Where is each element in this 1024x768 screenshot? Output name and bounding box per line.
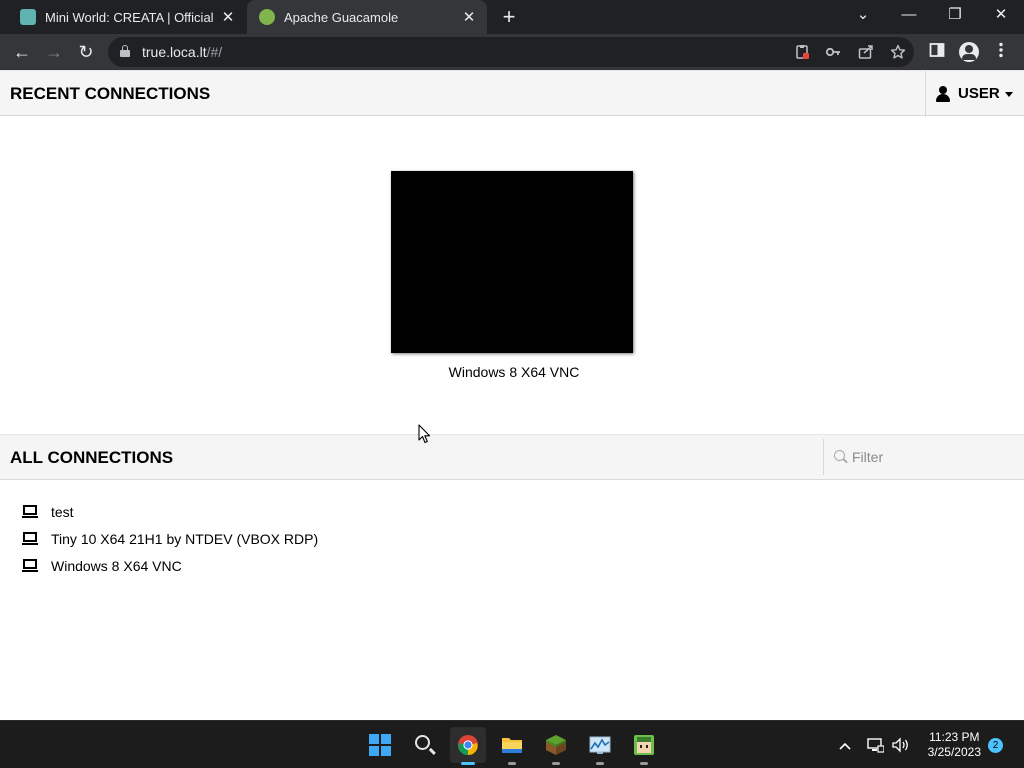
taskbar-resource-monitor[interactable] <box>582 727 618 765</box>
mouse-pointer-icon <box>418 424 432 449</box>
monitor-icon <box>22 558 38 573</box>
start-button[interactable] <box>362 727 398 763</box>
clock-date: 3/25/2023 <box>927 745 981 759</box>
address-url[interactable]: true.loca.lt/#/ <box>142 37 222 67</box>
running-indicator <box>596 762 604 765</box>
clock[interactable]: 11:23 PM 3/25/2023 <box>928 730 981 760</box>
filter-input[interactable] <box>852 445 1012 469</box>
page-title: RECENT CONNECTIONS <box>10 84 211 103</box>
close-tab-icon[interactable]: ✕ <box>457 8 481 26</box>
running-indicator <box>461 762 475 765</box>
recent-connection-name[interactable]: Windows 8 X64 VNC <box>391 364 637 380</box>
menu-kebab-icon[interactable] <box>991 42 1011 62</box>
connection-item[interactable]: Windows 8 X64 VNC <box>22 552 318 579</box>
user-menu[interactable]: USER <box>925 71 1024 117</box>
user-menu-label: USER <box>958 85 1000 102</box>
user-icon <box>936 86 950 102</box>
guacamole-icon <box>259 9 275 25</box>
windows-logo-icon <box>369 734 391 756</box>
search-icon <box>834 450 845 461</box>
tab-mini-world[interactable]: Mini World: CREATA | Official ✕ <box>8 0 246 34</box>
share-icon[interactable] <box>858 44 874 60</box>
close-tab-icon[interactable]: ✕ <box>216 8 240 26</box>
recent-connection-thumbnail[interactable] <box>391 171 633 353</box>
address-bar[interactable]: true.loca.lt/#/ <box>108 37 914 67</box>
recent-connections-header: RECENT CONNECTIONS USER <box>0 70 1024 117</box>
clipboard-blocked-icon[interactable] <box>794 44 810 60</box>
taskbar-mini-world[interactable] <box>626 727 662 765</box>
profile-avatar-icon[interactable] <box>959 42 979 62</box>
tab-search-chevron-icon[interactable]: ⌄ <box>840 0 886 34</box>
chrome-icon <box>458 735 478 756</box>
url-path: /#/ <box>206 44 223 60</box>
clock-time: 11:23 PM <box>929 730 980 744</box>
running-indicator <box>552 762 560 765</box>
monitor-icon <box>22 504 38 519</box>
connection-name[interactable]: Windows 8 X64 VNC <box>51 558 182 574</box>
filter-box[interactable] <box>823 439 1024 475</box>
all-connections-header: ALL CONNECTIONS <box>0 434 1024 480</box>
tab-apache-guacamole[interactable]: Apache Guacamole ✕ <box>247 0 487 34</box>
notification-badge[interactable]: 2 <box>988 738 1003 753</box>
window-close-button[interactable]: ✕ <box>978 0 1024 34</box>
bookmark-star-icon[interactable] <box>890 44 906 60</box>
performance-monitor-icon <box>589 736 611 754</box>
back-button[interactable]: ← <box>8 38 36 66</box>
taskbar-chrome[interactable] <box>450 727 486 765</box>
running-indicator <box>508 762 516 765</box>
section-title: ALL CONNECTIONS <box>10 448 174 467</box>
folder-icon <box>502 738 522 753</box>
reload-button[interactable]: ↻ <box>72 38 100 66</box>
browser-toolbar: ← → ↻ true.loca.lt/#/ <box>0 34 1024 70</box>
show-hidden-icons-chevron-icon[interactable] <box>836 737 854 753</box>
caret-down-icon <box>1005 92 1013 97</box>
connection-item[interactable]: Tiny 10 X64 21H1 by NTDEV (VBOX RDP) <box>22 525 318 552</box>
connection-item[interactable]: test <box>22 498 318 525</box>
key-icon[interactable] <box>825 44 841 60</box>
mini-world-icon <box>634 735 654 755</box>
restore-button[interactable]: ❐ <box>932 0 978 34</box>
forward-button[interactable]: → <box>40 38 68 66</box>
connection-name[interactable]: Tiny 10 X64 21H1 by NTDEV (VBOX RDP) <box>51 531 318 547</box>
running-indicator <box>640 762 648 765</box>
tab-title: Mini World: CREATA | Official <box>45 9 214 25</box>
new-tab-button[interactable]: + <box>497 4 521 30</box>
minimize-button[interactable]: — <box>886 0 932 34</box>
lock-icon[interactable] <box>120 45 130 57</box>
tab-title: Apache Guacamole <box>284 9 399 25</box>
network-icon[interactable] <box>866 737 885 753</box>
connection-name[interactable]: test <box>51 504 74 520</box>
grass-block-icon <box>546 735 566 755</box>
volume-icon[interactable] <box>892 737 910 753</box>
guacamole-home-page: RECENT CONNECTIONS USER Windows 8 X64 VN… <box>0 70 1024 720</box>
taskbar-minecraft[interactable] <box>538 727 574 765</box>
taskbar-file-explorer[interactable] <box>494 727 530 765</box>
windows-taskbar: 11:23 PM 3/25/2023 2 <box>0 720 1024 768</box>
monitor-icon <box>22 531 38 546</box>
connection-list: test Tiny 10 X64 21H1 by NTDEV (VBOX RDP… <box>22 498 318 579</box>
taskbar-search-button[interactable] <box>406 727 442 763</box>
browser-tab-strip: Mini World: CREATA | Official ✕ Apache G… <box>0 0 1024 34</box>
miniworld-icon <box>20 9 36 25</box>
url-host: true.loca.lt <box>142 44 207 60</box>
search-icon <box>415 735 430 750</box>
side-panel-icon[interactable] <box>927 42 947 62</box>
